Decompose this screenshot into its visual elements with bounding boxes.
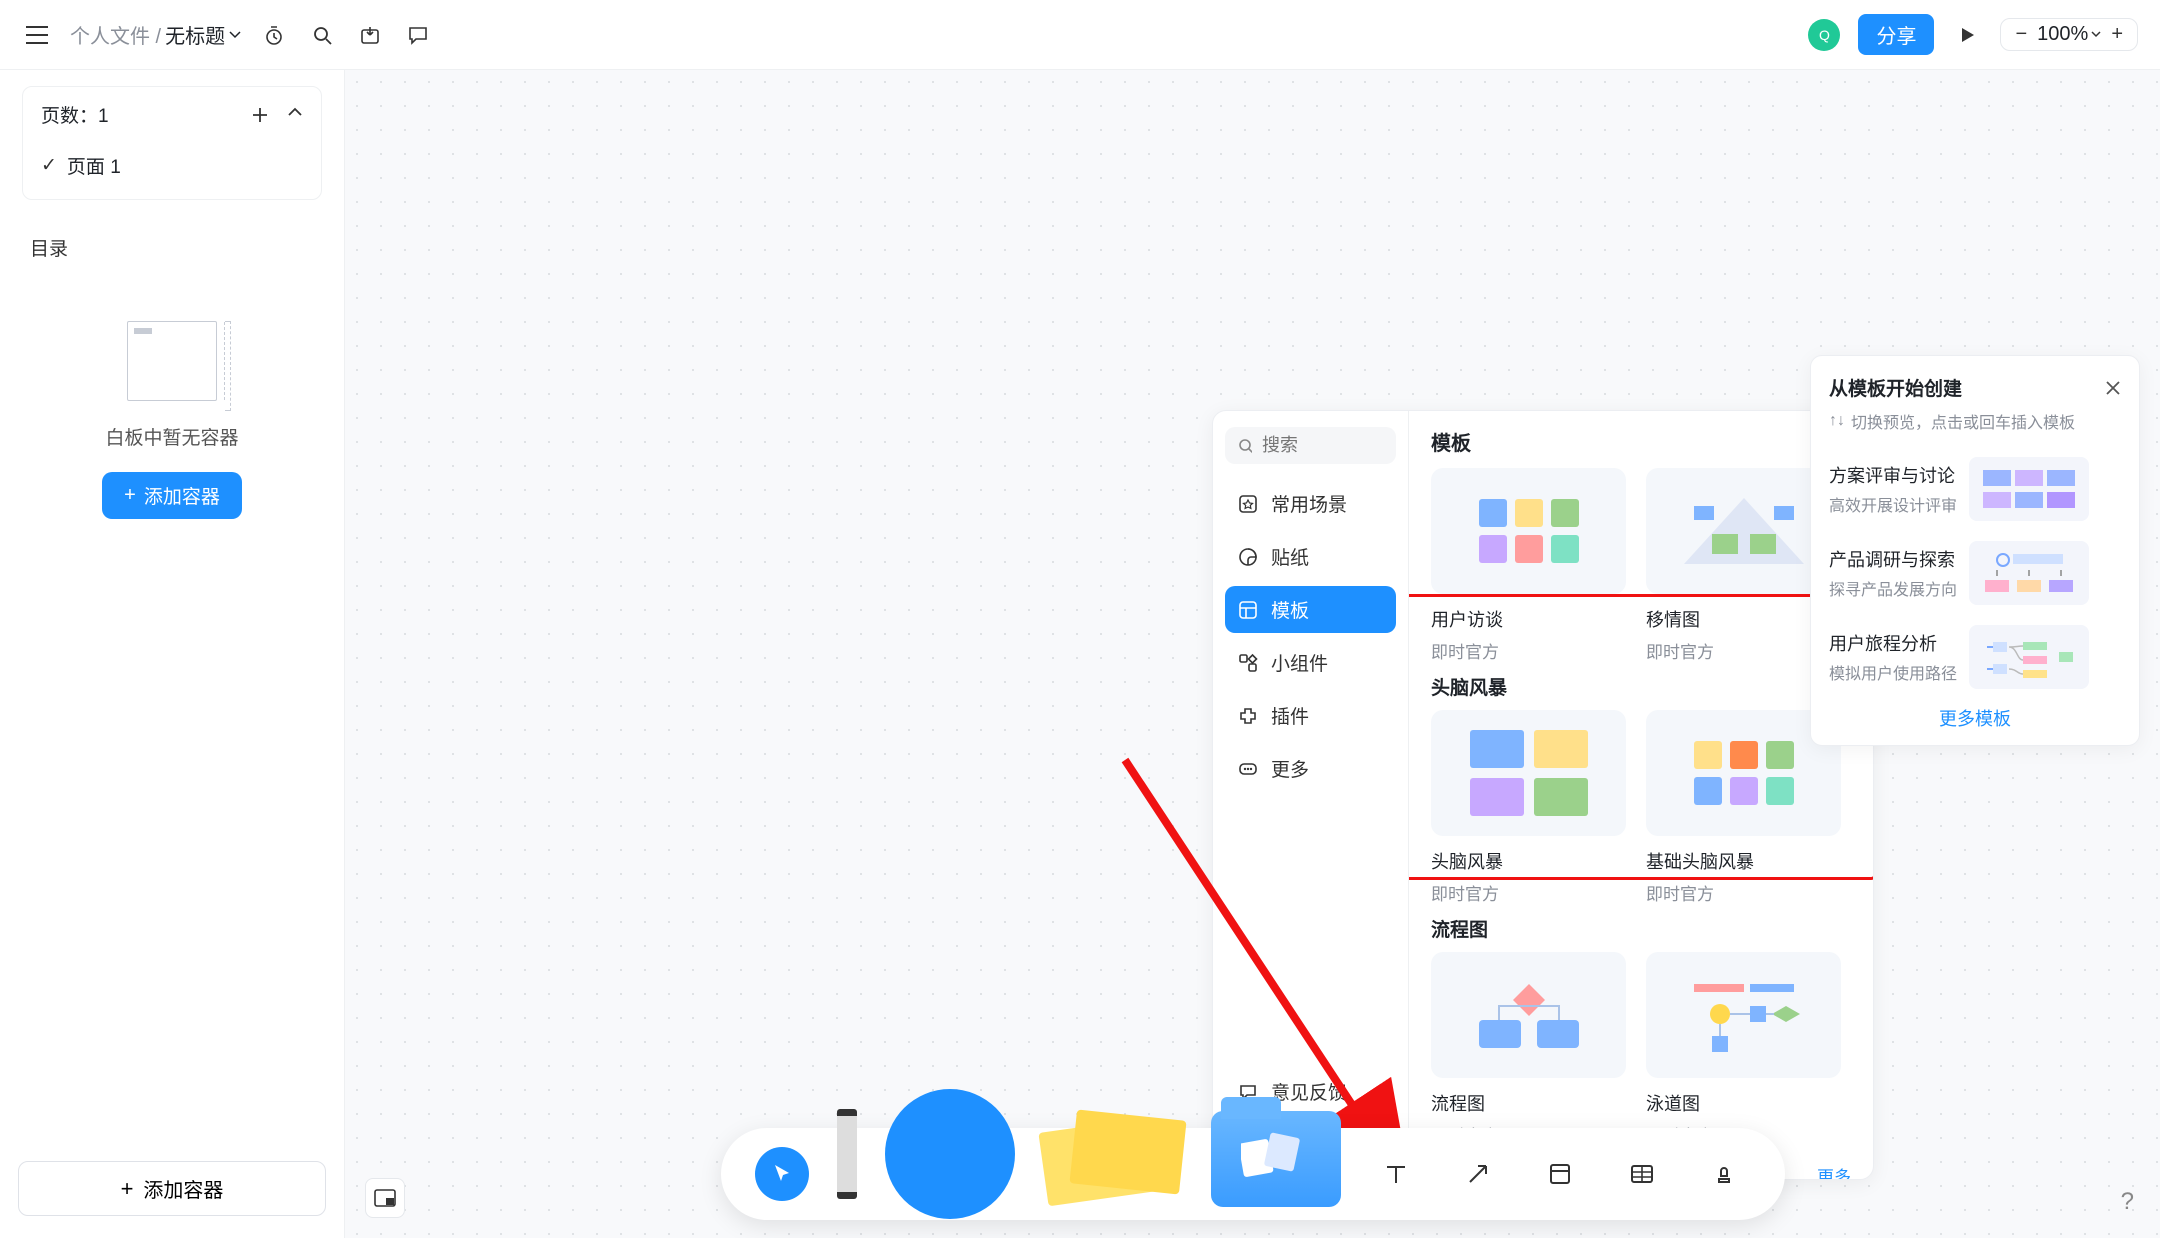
doc-title[interactable]: 无标题 bbox=[165, 20, 241, 49]
right-panel-title: 从模板开始创建 bbox=[1829, 374, 1962, 401]
left-sidebar: 页数：1 页面 1 目录 白板中暂无容器 添加容器 添加容器 bbox=[0, 70, 345, 1238]
more-templates-link[interactable]: 更多模板 bbox=[1829, 705, 2121, 731]
sidebar-item-stickers[interactable]: 贴纸 bbox=[1225, 533, 1396, 580]
breadcrumb: 个人文件 / 无标题 bbox=[70, 20, 241, 49]
empty-message: 白板中暂无容器 bbox=[105, 423, 238, 450]
plugin-icon bbox=[1237, 705, 1259, 727]
template-card-flowchart[interactable]: 流程图 即时官方 bbox=[1431, 952, 1626, 1147]
import-icon[interactable] bbox=[355, 20, 385, 50]
template-icon bbox=[1237, 599, 1259, 621]
minimap-toggle[interactable] bbox=[365, 1178, 405, 1218]
zoom-control[interactable]: − 100% + bbox=[2000, 18, 2138, 51]
top-bar: 个人文件 / 无标题 Q 分享 − 100% + bbox=[0, 0, 2160, 70]
pen-tool[interactable] bbox=[837, 1109, 857, 1199]
right-suggestions-panel: 从模板开始创建 ↑↓ 切换预览，点击或回车插入模板 方案评审与讨论 高效开展设计… bbox=[1810, 355, 2140, 746]
table-tool-icon[interactable] bbox=[1615, 1147, 1669, 1201]
frame-tool-icon[interactable] bbox=[1533, 1147, 1587, 1201]
sidebar-item-more[interactable]: 更多 bbox=[1225, 745, 1396, 792]
add-page-icon[interactable] bbox=[251, 106, 269, 124]
templates-tool[interactable] bbox=[1211, 1111, 1341, 1207]
template-header-title: 模板 bbox=[1431, 427, 1471, 456]
add-container-button[interactable]: 添加容器 bbox=[102, 472, 242, 519]
sidebar-item-templates[interactable]: 模板 bbox=[1225, 586, 1396, 633]
page-row[interactable]: 页面 1 bbox=[41, 152, 303, 179]
section-flow: 流程图 流程图 即时官方 泳道图 即时官方 bbox=[1431, 915, 1851, 1147]
cursor-tool[interactable] bbox=[755, 1147, 809, 1201]
play-icon[interactable] bbox=[1952, 20, 1982, 50]
sidebar-item-scenes[interactable]: 常用场景 bbox=[1225, 480, 1396, 527]
suggestion-item[interactable]: 方案评审与讨论 高效开展设计评审 bbox=[1829, 447, 2121, 531]
template-card-brainstorm[interactable]: 头脑风暴 即时官方 bbox=[1431, 710, 1626, 905]
zoom-level[interactable]: 100% bbox=[2037, 23, 2101, 46]
page-count-label: 页数：1 bbox=[41, 101, 109, 128]
empty-state: 白板中暂无容器 添加容器 bbox=[0, 321, 344, 519]
updown-icon: ↑↓ bbox=[1829, 412, 1845, 430]
avatar[interactable]: Q bbox=[1808, 19, 1840, 51]
directory-label: 目录 bbox=[30, 234, 314, 261]
comment-icon[interactable] bbox=[403, 20, 433, 50]
empty-frame-icon bbox=[127, 321, 217, 401]
arrow-tool-icon[interactable] bbox=[1451, 1147, 1505, 1201]
check-icon bbox=[41, 154, 57, 177]
search-icon bbox=[1237, 437, 1252, 455]
right-panel-tip: ↑↓ 切换预览，点击或回车插入模板 bbox=[1829, 409, 2121, 433]
suggestion-thumb bbox=[1969, 625, 2089, 689]
sidebar-item-plugins[interactable]: 插件 bbox=[1225, 692, 1396, 739]
collapse-icon[interactable] bbox=[287, 106, 303, 124]
star-box-icon bbox=[1237, 493, 1259, 515]
zoom-out-icon[interactable]: − bbox=[2015, 23, 2027, 46]
suggestion-item[interactable]: 用户旅程分析 模拟用户使用路径 bbox=[1829, 615, 2121, 699]
share-button[interactable]: 分享 bbox=[1858, 14, 1934, 55]
template-popover: 常用场景 贴纸 模板 小组件 插件 更多 bbox=[1212, 410, 1874, 1180]
more-icon bbox=[1237, 758, 1259, 780]
sticky-note-tool[interactable] bbox=[1043, 1109, 1183, 1209]
footer-add-container-button[interactable]: 添加容器 bbox=[18, 1161, 326, 1216]
section-brainstorm: 头脑风暴 头脑风暴 即时官方 基础头脑风暴 即时官方 bbox=[1431, 673, 1851, 905]
template-sidebar: 常用场景 贴纸 模板 小组件 插件 更多 bbox=[1213, 411, 1409, 1179]
suggestion-thumb bbox=[1969, 457, 2089, 521]
timer-icon[interactable] bbox=[259, 20, 289, 50]
template-card[interactable]: 用户访谈 即时官方 bbox=[1431, 468, 1626, 663]
shape-tool[interactable] bbox=[885, 1089, 1015, 1219]
stamp-tool-icon[interactable] bbox=[1697, 1147, 1751, 1201]
sticker-icon bbox=[1237, 546, 1259, 568]
chevron-down-icon bbox=[2091, 31, 2101, 38]
pages-panel: 页数：1 页面 1 bbox=[22, 86, 322, 200]
breadcrumb-prefix: 个人文件 / bbox=[70, 20, 161, 49]
suggestion-item[interactable]: 产品调研与探索 探寻产品发展方向 bbox=[1829, 531, 2121, 615]
sidebar-item-widgets[interactable]: 小组件 bbox=[1225, 639, 1396, 686]
search-icon[interactable] bbox=[307, 20, 337, 50]
suggestion-thumb bbox=[1969, 541, 2089, 605]
close-icon[interactable] bbox=[2105, 380, 2121, 396]
chevron-down-icon bbox=[229, 31, 241, 39]
zoom-in-icon[interactable]: + bbox=[2111, 23, 2123, 46]
widget-icon bbox=[1237, 652, 1259, 674]
menu-icon[interactable] bbox=[22, 20, 52, 50]
text-tool-icon[interactable] bbox=[1369, 1147, 1423, 1201]
page-name: 页面 1 bbox=[67, 152, 121, 179]
dock bbox=[721, 1128, 1785, 1220]
more-link[interactable]: 更多 bbox=[1817, 1163, 1851, 1179]
template-main: 模板 用户访谈 即时官方 移情图 bbox=[1409, 411, 1873, 1179]
template-search[interactable] bbox=[1225, 427, 1396, 464]
help-icon[interactable]: ? bbox=[2121, 1188, 2134, 1216]
template-card-swimlane[interactable]: 泳道图 即时官方 bbox=[1646, 952, 1841, 1147]
search-input[interactable] bbox=[1262, 435, 1384, 456]
